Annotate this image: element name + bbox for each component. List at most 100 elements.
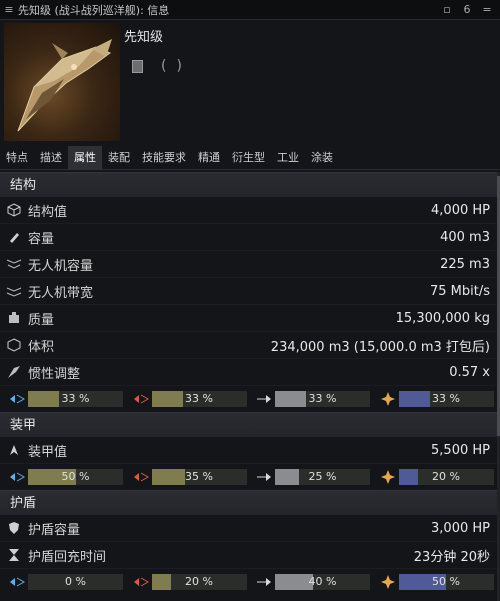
attribute-label: 无人机带宽: [28, 285, 94, 301]
window-title: 先知级 (战斗战列巡洋舰): 信息: [18, 3, 170, 17]
structure-attribute-row[interactable]: 无人机带宽 75 Mbit/s: [0, 278, 500, 305]
attribute-label: 结构值: [28, 204, 68, 220]
kinetic-icon: [253, 575, 275, 589]
resist-bar: 33 %: [28, 391, 123, 407]
explosive-icon: [377, 469, 399, 485]
attribute-value: 400 m3: [440, 229, 490, 245]
mass-icon: [0, 311, 28, 325]
resist-percent: 25 %: [308, 470, 337, 483]
structure-attribute-row[interactable]: 结构值 4,000 HP: [0, 197, 500, 224]
structure-attribute-row[interactable]: 无人机容量 225 m3: [0, 251, 500, 278]
attribute-value: 5,500 HP: [431, 442, 490, 458]
section-armor[interactable]: 装甲: [0, 412, 500, 437]
tab-mastery[interactable]: 精通: [192, 146, 226, 170]
pin-icon[interactable]: 6: [460, 3, 474, 16]
attribute-label: 惯性调整: [28, 366, 81, 382]
structure-resist-1[interactable]: 33 %: [130, 391, 254, 407]
structure-attribute-row[interactable]: 质量 15,300,000 kg: [0, 305, 500, 332]
tab-attributes[interactable]: 属性: [68, 146, 102, 170]
tab-description[interactable]: 描述: [34, 146, 68, 170]
section-shield[interactable]: 护盾: [0, 490, 500, 515]
window-controls: ▫ 6 =: [440, 3, 500, 16]
structure-resists: 33 % 33 % 33 % 33 %: [0, 386, 500, 412]
close-icon[interactable]: =: [480, 3, 494, 16]
ship-info-icon[interactable]: [132, 59, 143, 73]
em-icon: [6, 575, 28, 589]
shield-attribute-row[interactable]: 护盾容量 3,000 HP: [0, 515, 500, 542]
structure-resist-2[interactable]: 33 %: [253, 391, 377, 407]
tab-traits[interactable]: 特点: [0, 146, 34, 170]
resist-bar: 40 %: [275, 574, 370, 590]
armor-resist-3[interactable]: 20 %: [377, 469, 500, 485]
bracket-icon[interactable]: (): [161, 58, 192, 74]
attribute-label: 无人机容量: [28, 258, 94, 274]
resist-percent: 50 %: [432, 575, 460, 588]
resist-bar: 25 %: [275, 469, 370, 485]
structure-resist-3[interactable]: 33 %: [377, 391, 500, 407]
attribute-label: 护盾容量: [28, 522, 81, 538]
ship-header: 先知级 (): [0, 20, 500, 144]
resist-bar: 33 %: [275, 391, 370, 407]
attribute-label: 体积: [28, 339, 55, 355]
armor-attribute-row[interactable]: 装甲值 5,500 HP: [0, 437, 500, 464]
minimize-icon[interactable]: ▫: [440, 3, 454, 16]
ship-header-icons: (): [132, 58, 192, 74]
resist-percent: 33 %: [185, 392, 213, 405]
tab-skins[interactable]: 涂装: [305, 146, 339, 170]
window-titlebar: ≡ 先知级 (战斗战列巡洋舰): 信息 ▫ 6 =: [0, 0, 500, 20]
thermal-icon: [130, 470, 152, 484]
explosive-icon: [377, 391, 399, 407]
attribute-value: 23分钟 20秒: [413, 549, 490, 565]
tab-requirements[interactable]: 技能要求: [136, 146, 192, 170]
resist-bar: 35 %: [151, 469, 247, 485]
armor-resist-2[interactable]: 25 %: [253, 469, 377, 485]
armor-icon: [0, 443, 28, 457]
attribute-value: 75 Mbit/s: [429, 283, 490, 299]
attribute-value: 4,000 HP: [431, 202, 490, 218]
resist-percent: 33 %: [308, 392, 337, 405]
window-menu-icon[interactable]: ≡: [0, 3, 18, 16]
structure-attribute-row[interactable]: 惯性调整 0.57 x: [0, 359, 500, 386]
attribute-value: 234,000 m3 (15,000.0 m3 打包后): [270, 339, 490, 355]
attribute-label: 容量: [28, 231, 55, 247]
volume-icon: [0, 338, 28, 352]
thermal-icon: [130, 392, 152, 406]
shield-attribute-row[interactable]: 护盾回充时间 23分钟 20秒: [0, 542, 500, 569]
drone-bandwidth-icon: [0, 284, 28, 298]
resist-bar: 20 %: [151, 574, 247, 590]
attribute-label: 装甲值: [28, 444, 68, 460]
shield-resist-0[interactable]: 0 %: [6, 574, 130, 590]
resist-percent: 40 %: [308, 575, 337, 588]
structure-attribute-row[interactable]: 容量 400 m3: [0, 224, 500, 251]
shield-resist-2[interactable]: 40 %: [253, 574, 377, 590]
info-tabs: 特点 描述 属性 装配 技能要求 精通 衍生型 工业 涂装: [0, 146, 500, 170]
ship-name: 先知级: [124, 30, 164, 45]
structure-resist-0[interactable]: 33 %: [6, 391, 130, 407]
attribute-value: 0.57 x: [449, 364, 490, 380]
armor-resist-1[interactable]: 35 %: [130, 469, 254, 485]
tab-variations[interactable]: 衍生型: [226, 146, 271, 170]
attributes-panel[interactable]: 结构 结构值 4,000 HP 容量 400 m3 无人机容量 225 m3 无人机带宽 75…: [0, 172, 500, 601]
armor-resists: 50 % 35 % 25 % 20 %: [0, 464, 500, 490]
tab-fitting[interactable]: 装配: [102, 146, 136, 170]
attribute-value: 15,300,000 kg: [395, 310, 490, 326]
hourglass-icon: [0, 548, 28, 562]
resist-percent: 35 %: [185, 470, 213, 483]
resist-bar: 0 %: [28, 574, 123, 590]
shield-resist-3[interactable]: 50 %: [377, 574, 500, 590]
em-icon: [6, 470, 28, 484]
resist-bar: 33 %: [151, 391, 247, 407]
resist-percent: 33 %: [432, 392, 460, 405]
section-structure[interactable]: 结构: [0, 172, 500, 197]
shield-resist-1[interactable]: 20 %: [130, 574, 254, 590]
kinetic-icon: [253, 470, 275, 484]
explosive-icon: [377, 574, 399, 590]
kinetic-icon: [253, 392, 275, 406]
cube-icon: [0, 203, 28, 217]
armor-resist-0[interactable]: 50 %: [6, 469, 130, 485]
resist-percent: 0 %: [65, 575, 86, 588]
ship-thumbnail[interactable]: [4, 23, 120, 141]
resist-bar: 50 %: [28, 469, 123, 485]
tab-industry[interactable]: 工业: [271, 146, 305, 170]
structure-attribute-row[interactable]: 体积 234,000 m3 (15,000.0 m3 打包后): [0, 332, 500, 359]
